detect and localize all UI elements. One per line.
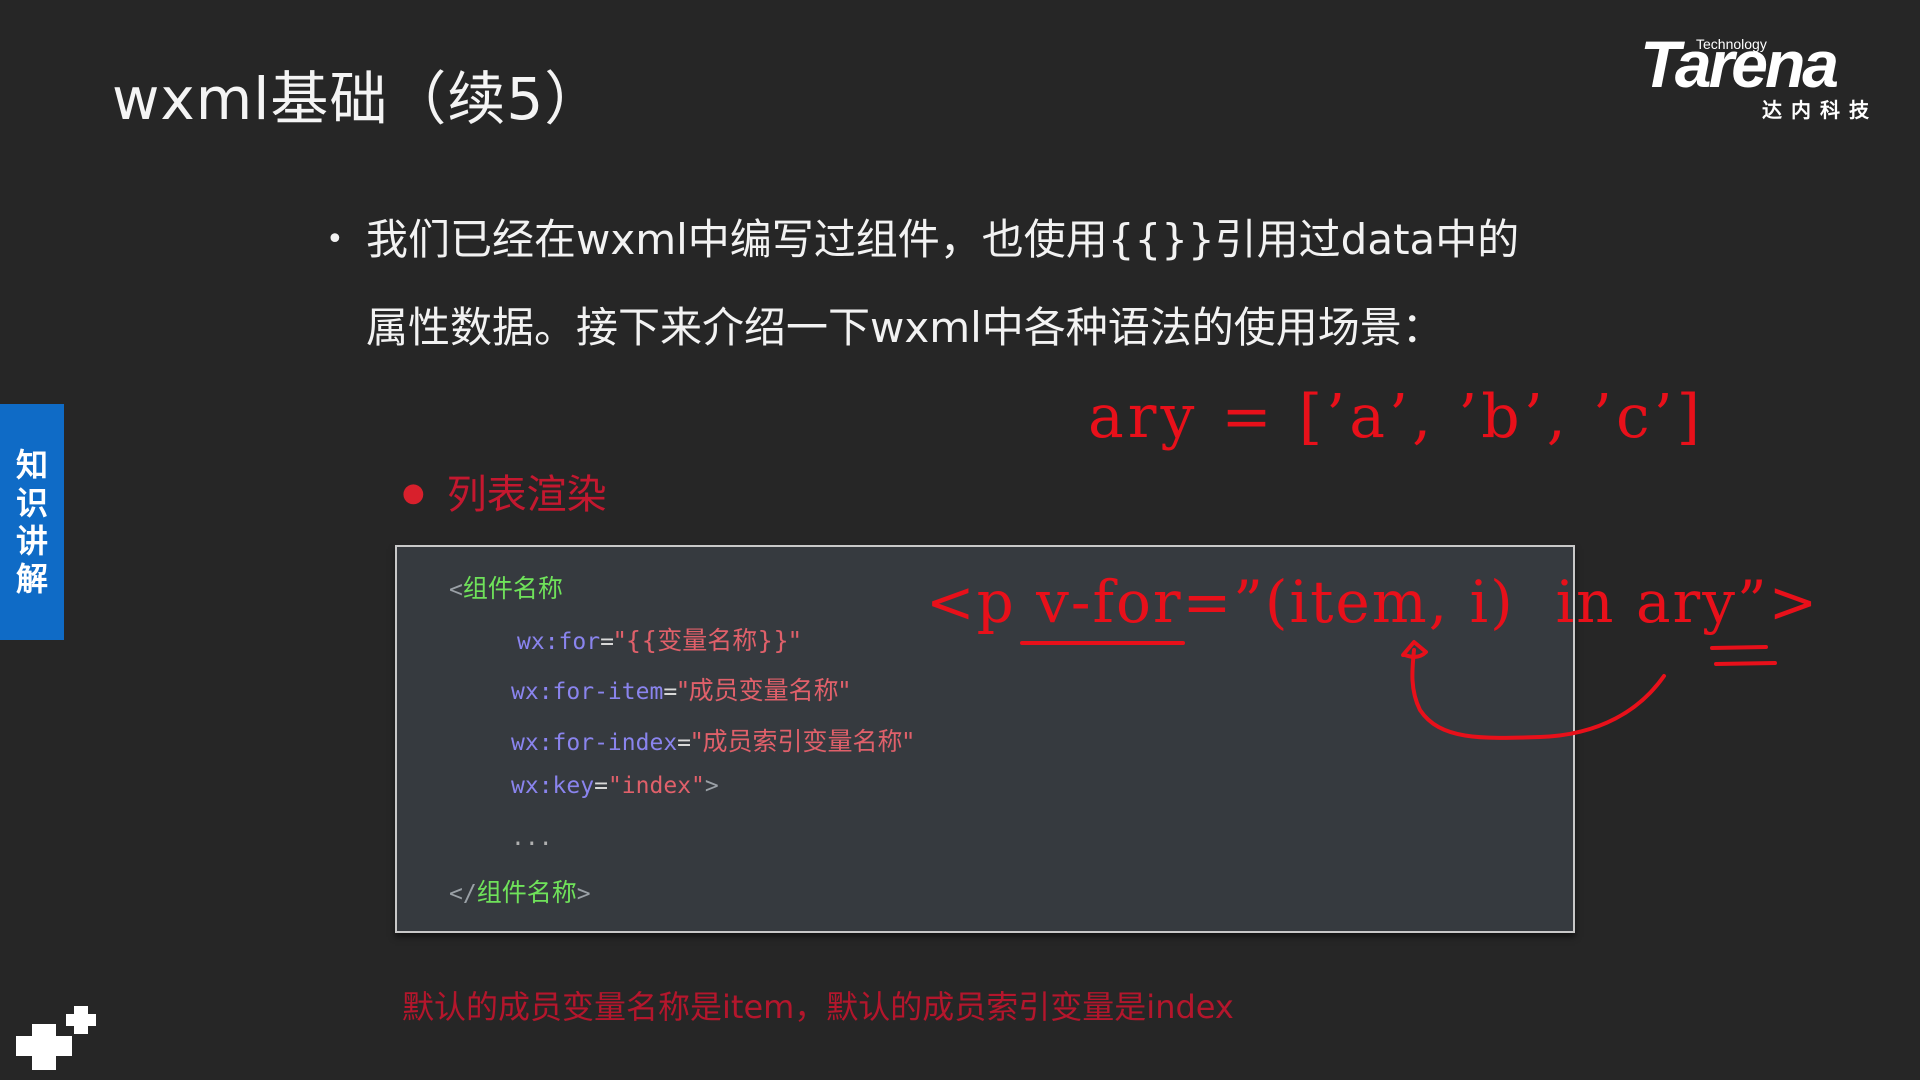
knowledge-tab: 知 识 讲 解	[0, 404, 64, 640]
side-tab-char: 解	[15, 560, 48, 598]
code-line-wx-key: wx:key="index">	[511, 773, 719, 799]
code-eq: =	[677, 730, 692, 756]
sub-bullet-text: 列表渲染	[446, 472, 607, 518]
code-eq: =	[600, 629, 614, 655]
code-attr: wx:key	[511, 773, 595, 799]
double-underline-ary-2	[1714, 661, 1777, 666]
bullet-dot-icon: •	[326, 222, 344, 257]
code-string: "index"	[607, 773, 705, 799]
slide: wxml基础（续5） Tarena Technology 达内科技 知 识 讲 …	[0, 0, 1920, 1080]
code-line-wx-for-index: wx:for-index="成员索引变量名称"	[511, 722, 914, 758]
code-eq: =	[594, 773, 608, 799]
code-string: "成员索引变量名称"	[691, 727, 915, 756]
side-tab-char: 识	[15, 484, 48, 522]
plus-logo-icon	[16, 1006, 96, 1070]
code-attr: wx:for	[517, 629, 601, 655]
code-attr: wx:for-item	[511, 679, 664, 705]
code-tag-name: 组件名称	[462, 574, 563, 603]
code-line-ellipsis: ...	[511, 825, 553, 851]
code-line-wx-for-item: wx:for-item="成员变量名称"	[511, 671, 850, 707]
side-tab-char: 讲	[15, 522, 48, 560]
code-eq: =	[663, 679, 678, 705]
annotation-v-for: <p v-for=”(item, i) in ary”>	[926, 568, 1820, 636]
code-bracket: </	[449, 881, 477, 907]
double-underline-ary-1	[1710, 645, 1768, 650]
annotation-ary: ary = [’a’, ’b’, ’c’]	[1088, 382, 1705, 452]
code-string: "{{变量名称}}"	[613, 626, 801, 655]
side-tab-char: 知	[15, 446, 48, 484]
default-names-note: 默认的成员变量名称是item，默认的成员索引变量是index	[402, 988, 1234, 1026]
main-bullet: • 我们已经在wxml中编写过组件，也使用{{}}引用过data中的属性数据。接…	[326, 196, 1556, 372]
logo-technology: Technology	[1696, 36, 1767, 52]
tarena-logo: Tarena Technology 达内科技	[1638, 27, 1890, 122]
main-bullet-text: 我们已经在wxml中编写过组件，也使用{{}}引用过data中的属性数据。接下来…	[366, 215, 1520, 352]
code-line-close-tag: </组件名称>	[449, 873, 591, 909]
slide-title: wxml基础（续5）	[112, 65, 604, 133]
code-bracket: >	[704, 773, 719, 799]
sub-bullet: ● 列表渲染	[402, 462, 607, 520]
code-tag-name: 组件名称	[476, 878, 577, 907]
code-line-open-tag: <组件名称	[449, 569, 563, 605]
code-bracket: <	[449, 577, 463, 603]
code-ellipsis: ...	[511, 825, 553, 851]
code-attr: wx:for-index	[511, 730, 678, 756]
code-string: "成员变量名称"	[677, 676, 851, 705]
code-line-wx-for: wx:for="{{变量名称}}"	[517, 621, 801, 657]
code-bracket: >	[576, 881, 591, 907]
bullet-dot-icon: ●	[402, 478, 425, 508]
logo-cn: 达内科技	[1762, 98, 1878, 122]
